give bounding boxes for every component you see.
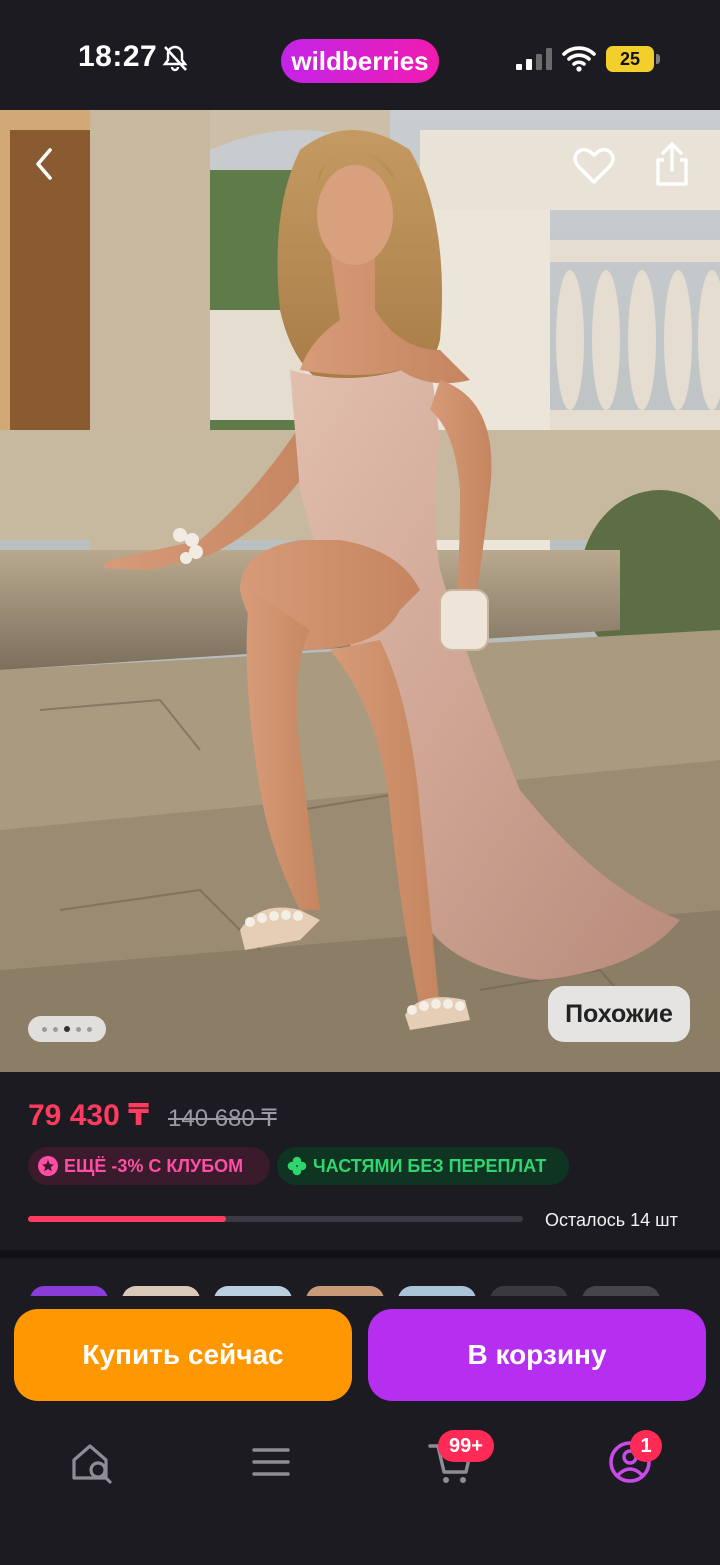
section-divider [0, 1250, 720, 1258]
heart-icon[interactable] [572, 144, 616, 188]
club-discount-badge[interactable]: ЕЩЁ -3% С КЛУБОМ [28, 1147, 270, 1185]
variant-thumb[interactable] [122, 1286, 200, 1296]
share-icon[interactable] [652, 140, 692, 188]
club-star-icon [38, 1156, 58, 1176]
profile-notification-badge: 1 [630, 1430, 662, 1462]
buy-now-button[interactable]: Купить сейчас [14, 1309, 352, 1401]
pagination-dot [53, 1026, 58, 1032]
variant-thumb[interactable] [306, 1286, 384, 1296]
status-time: 18:27 [78, 40, 158, 73]
back-icon[interactable] [28, 144, 62, 184]
old-price: 140 680 ₸ [168, 1105, 277, 1132]
add-to-cart-button[interactable]: В корзину [368, 1309, 706, 1401]
brand-logo[interactable]: wildberries [281, 39, 439, 83]
variant-thumbnails[interactable] [30, 1286, 690, 1296]
battery-tip [656, 54, 660, 64]
pagination-dot [76, 1026, 81, 1032]
photo-pagination[interactable] [28, 1016, 106, 1042]
home-search-icon[interactable] [68, 1438, 116, 1486]
battery-icon: 25 [606, 46, 654, 72]
variant-thumb[interactable] [490, 1286, 568, 1296]
product-image [0, 110, 720, 1072]
bell-slash-icon [162, 45, 188, 72]
pagination-dot [42, 1026, 47, 1032]
variant-thumb[interactable] [398, 1286, 476, 1296]
similar-button[interactable]: Похожие [548, 986, 690, 1042]
variant-thumb[interactable] [582, 1286, 660, 1296]
pagination-dot-active [64, 1026, 70, 1032]
product-photo[interactable]: Похожие [0, 110, 720, 1072]
installment-badge[interactable]: ЧАСТЯМИ БЕЗ ПЕРЕПЛАТ [277, 1147, 569, 1185]
lower-section [0, 1258, 720, 1565]
menu-icon[interactable] [246, 1438, 294, 1486]
stock-progress-bar [28, 1216, 523, 1222]
wifi-icon [562, 46, 596, 72]
signal-icon [516, 48, 552, 70]
current-price: 79 430 ₸ [28, 1099, 149, 1132]
status-bar: 18:27 wildberries 25 [0, 0, 720, 110]
stock-remaining: Осталось 14 шт [545, 1210, 678, 1230]
pagination-dot [87, 1026, 92, 1032]
cart-count-badge: 99+ [438, 1430, 494, 1462]
club-discount-label: ЕЩЁ -3% С КЛУБОМ [64, 1155, 244, 1176]
variant-thumb-selected[interactable] [30, 1286, 108, 1296]
installment-label: ЧАСТЯМИ БЕЗ ПЕРЕПЛАТ [313, 1155, 547, 1176]
price-card: 79 430 ₸ 140 680 ₸ ЕЩЁ -3% С КЛУБОМ ЧАСТ… [0, 1072, 720, 1250]
variant-thumb[interactable] [214, 1286, 292, 1296]
clover-icon [287, 1156, 307, 1176]
stock-progress-fill [28, 1216, 226, 1222]
